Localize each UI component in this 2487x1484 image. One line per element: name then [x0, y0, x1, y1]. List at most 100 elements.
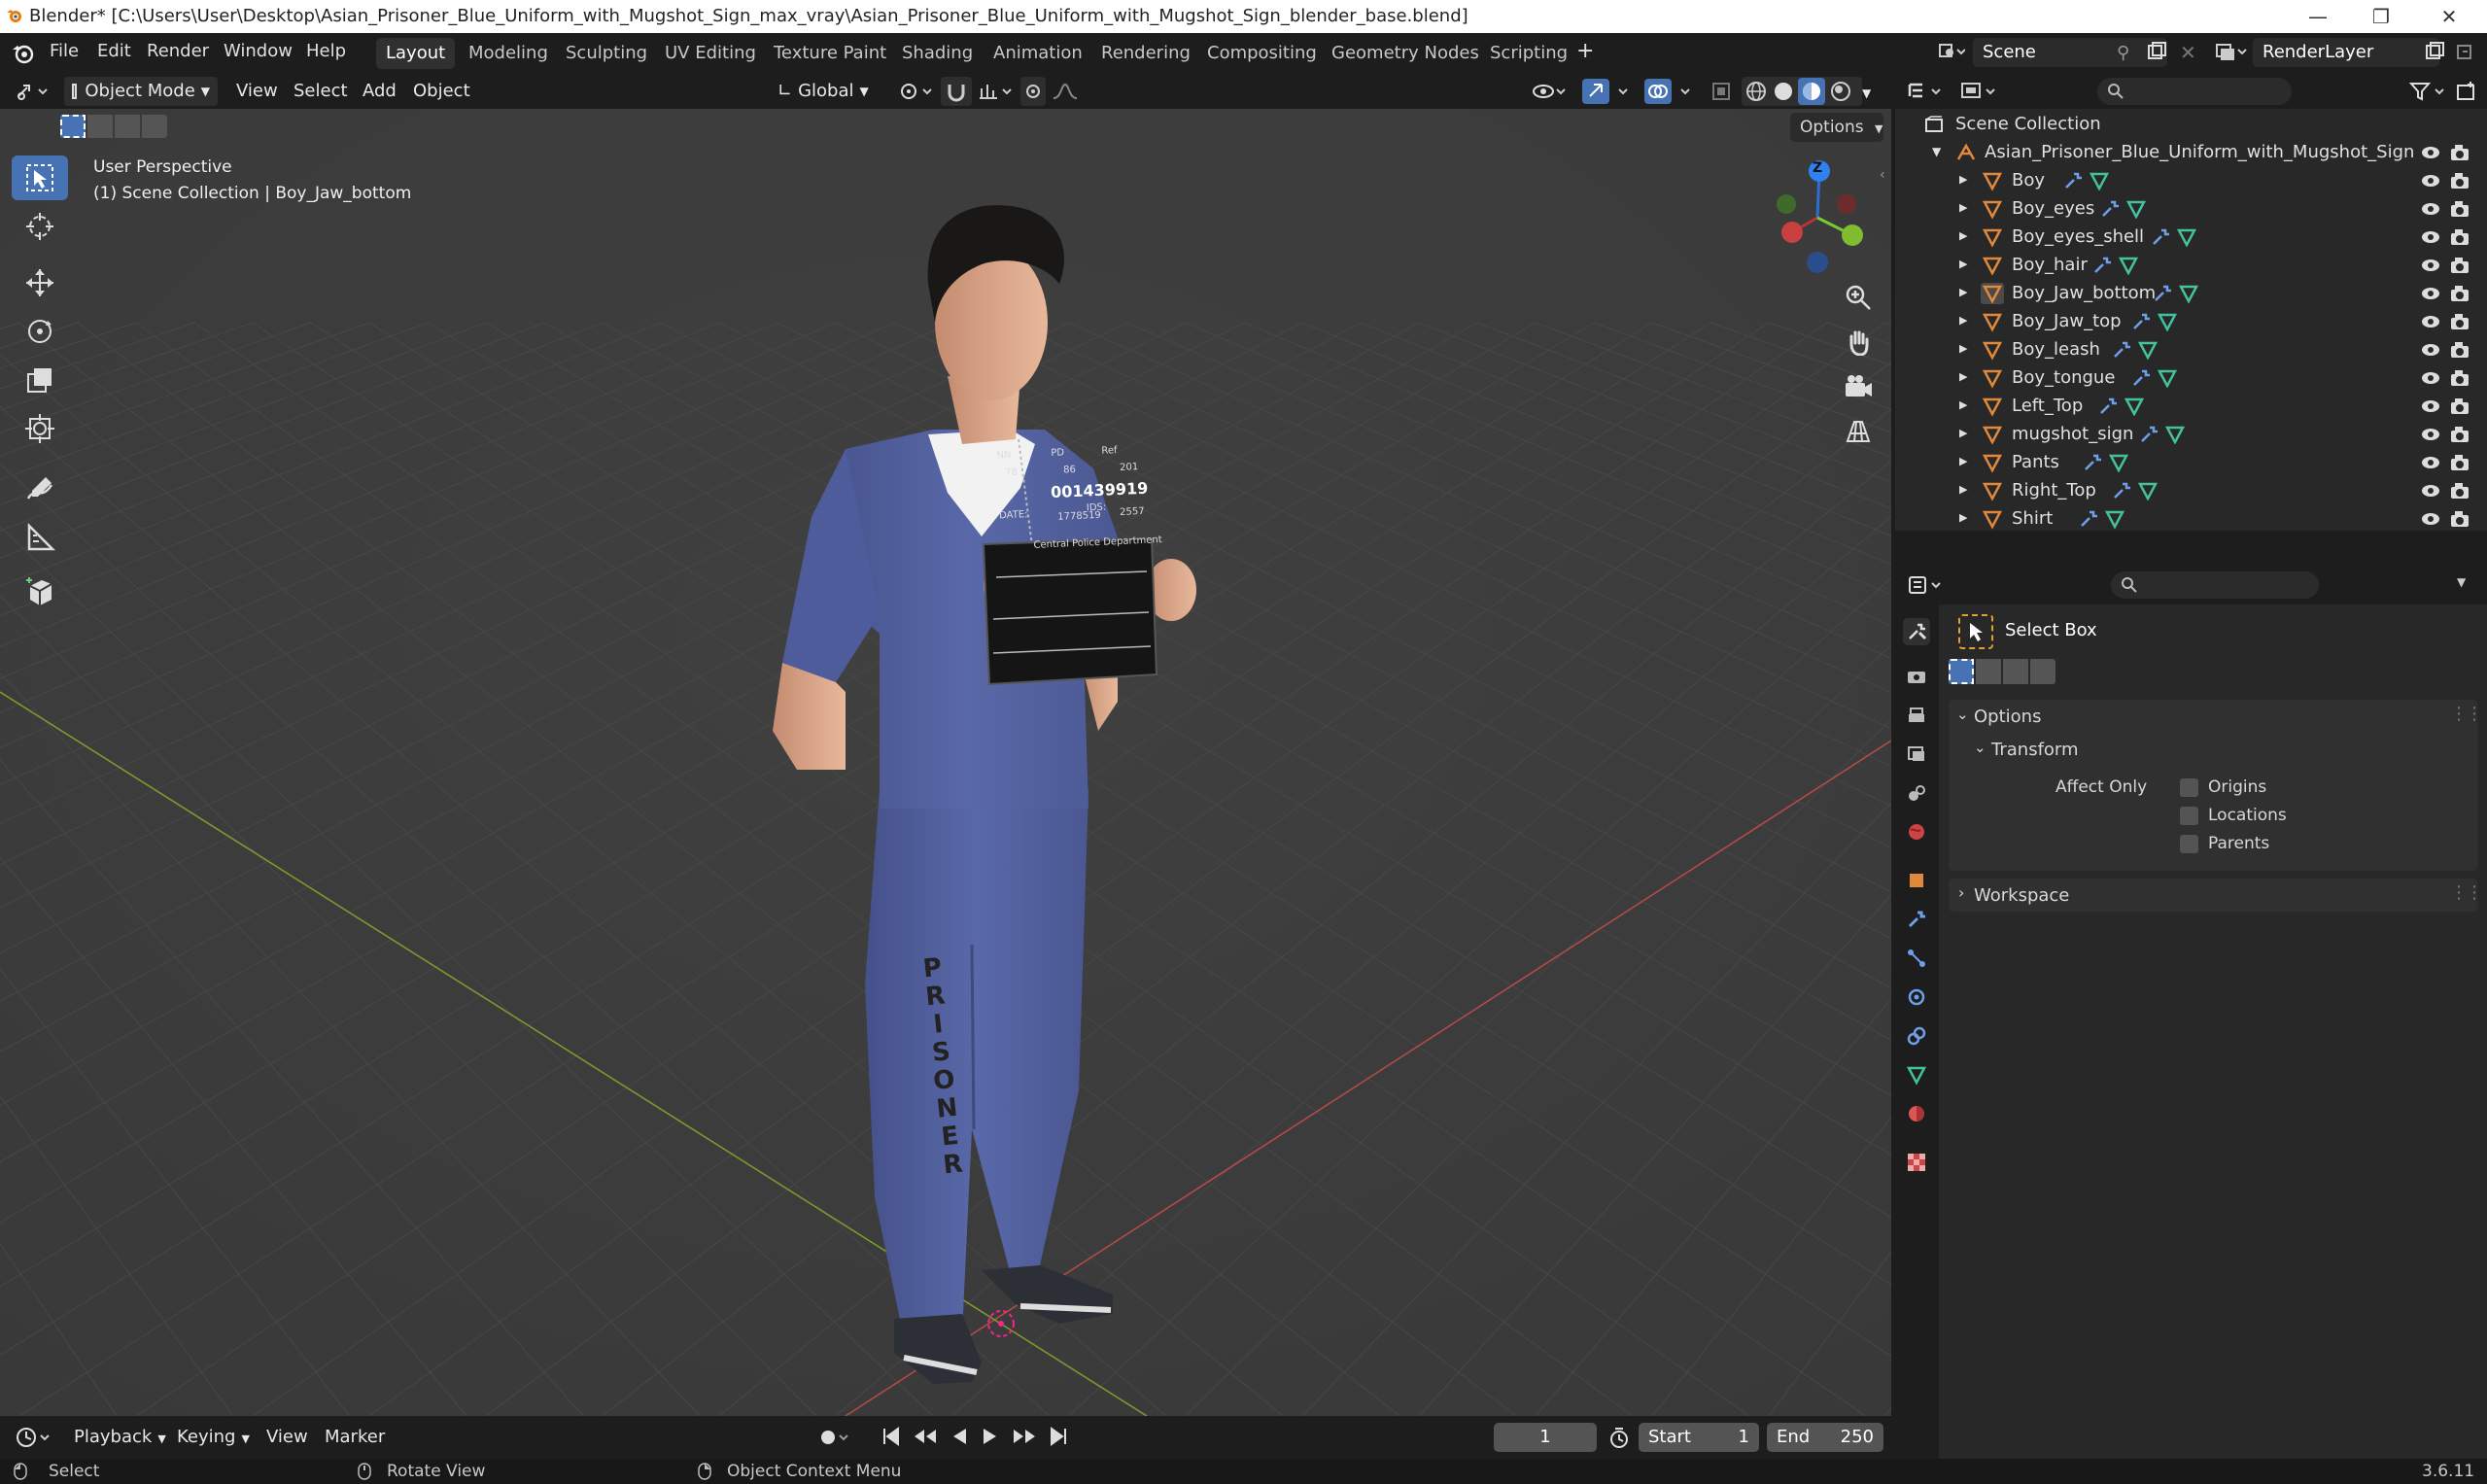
material-shading-icon[interactable]	[1798, 78, 1825, 105]
cursor-tool-icon[interactable]	[12, 204, 68, 249]
mesh-data-icon[interactable]	[2179, 284, 2198, 303]
add-workspace-icon[interactable]: +	[1576, 39, 1594, 63]
mode-new-icon[interactable]	[1949, 659, 1974, 684]
render-camera-icon[interactable]	[2449, 199, 2470, 219]
mode-extend-icon[interactable]	[1976, 659, 2001, 684]
visibility-eye-icon[interactable]	[2420, 427, 2441, 442]
origins-checkbox[interactable]: Origins	[2180, 777, 2266, 797]
outliner-row[interactable]: ▶ Boy_hair	[1895, 252, 2487, 280]
modifier-wrench-icon[interactable]	[2111, 339, 2132, 361]
outliner-row[interactable]: ▶ Boy_eyes	[1895, 195, 2487, 224]
render-camera-icon[interactable]	[2449, 227, 2470, 247]
outliner-row[interactable]: ▶ Shirt	[1895, 505, 2487, 531]
mesh-data-icon[interactable]	[2126, 199, 2146, 219]
locations-checkbox[interactable]: Locations	[2180, 806, 2287, 825]
tab-texture-icon[interactable]	[1903, 1149, 1930, 1176]
expand-arrow-icon[interactable]: ▶	[1959, 173, 1967, 186]
expand-arrow-icon[interactable]: ▶	[1959, 201, 1967, 214]
modifier-wrench-icon[interactable]	[2150, 226, 2171, 248]
tab-material-icon[interactable]	[1903, 1100, 1930, 1127]
menu-edit[interactable]: Edit	[97, 41, 131, 61]
pan-view-icon[interactable]	[1837, 321, 1880, 363]
object-mode-dropdown[interactable]: Object Mode ▼	[64, 77, 218, 106]
menu-select[interactable]: Select	[294, 77, 348, 106]
options-panel-header[interactable]: ⌄ Options ⋮⋮	[1949, 700, 2483, 733]
zoom-view-icon[interactable]	[1837, 276, 1880, 319]
mesh-data-icon[interactable]	[2109, 453, 2128, 472]
visibility-selectability-icon[interactable]	[1530, 77, 1569, 106]
end-frame-field[interactable]: End 250	[1767, 1423, 1883, 1452]
tab-object-icon[interactable]	[1903, 867, 1930, 894]
view-layer-icon[interactable]	[2214, 39, 2247, 64]
tab-scripting[interactable]: Scripting	[1480, 38, 1577, 69]
scene-type-icon[interactable]	[1936, 39, 1965, 64]
scale-tool-icon[interactable]	[12, 358, 68, 402]
x-axis-icon[interactable]	[1781, 222, 1803, 243]
expand-arrow-icon[interactable]: ▶	[1959, 511, 1967, 524]
pivot-point-icon[interactable]	[896, 77, 935, 106]
tab-modifiers-icon[interactable]	[1903, 906, 1930, 933]
tab-particles-icon[interactable]	[1903, 945, 1930, 972]
tab-texture-paint[interactable]: Texture Paint	[764, 38, 896, 69]
tab-data-icon[interactable]	[1903, 1061, 1930, 1088]
menu-playback[interactable]: Playback ▼	[74, 1423, 166, 1452]
outliner-row[interactable]: ▶ mugshot_sign	[1895, 421, 2487, 449]
expand-arrow-icon[interactable]: ▶	[1959, 286, 1967, 298]
visibility-eye-icon[interactable]	[2420, 173, 2441, 189]
modifier-wrench-icon[interactable]	[2130, 311, 2152, 332]
menu-file[interactable]: File	[50, 41, 79, 61]
measure-tool-icon[interactable]	[12, 515, 68, 560]
render-camera-icon[interactable]	[2449, 312, 2470, 331]
checkbox-box[interactable]	[2180, 834, 2198, 853]
render-camera-icon[interactable]	[2449, 453, 2470, 472]
visibility-eye-icon[interactable]	[2420, 258, 2441, 273]
properties-search-input[interactable]	[2111, 571, 2319, 599]
expand-arrow-icon[interactable]: ▶	[1959, 455, 1967, 467]
snap-toggle-icon[interactable]	[941, 77, 972, 106]
mesh-data-icon[interactable]	[2158, 312, 2177, 331]
outliner-row[interactable]: ▶ Boy_tongue	[1895, 364, 2487, 393]
options-dropdown[interactable]: Options ▼	[1790, 113, 1883, 142]
select-new-icon[interactable]	[60, 115, 86, 138]
checkbox-box[interactable]	[2180, 777, 2198, 797]
wireframe-shading-icon[interactable]	[1746, 82, 1766, 101]
menu-keying[interactable]: Keying ▼	[177, 1423, 250, 1452]
display-mode-icon[interactable]	[1959, 80, 1998, 103]
filter-icon[interactable]	[2408, 80, 2447, 103]
transform-subpanel-header[interactable]: ⌄ Transform	[1949, 733, 2477, 766]
menu-render[interactable]: Render	[147, 41, 209, 61]
expand-arrow-icon[interactable]: ▶	[1959, 258, 1967, 270]
render-camera-icon[interactable]	[2449, 481, 2470, 500]
tab-world-icon[interactable]	[1903, 818, 1930, 846]
outliner-row[interactable]: ▶ Pants	[1895, 449, 2487, 477]
tab-render-icon[interactable]	[1903, 663, 1930, 690]
restore-button[interactable]: ❐	[2352, 0, 2410, 33]
select-subtract-icon[interactable]	[115, 115, 140, 138]
checkbox-box[interactable]	[2180, 806, 2198, 825]
y-axis-icon[interactable]	[1842, 224, 1863, 246]
tab-sculpting[interactable]: Sculpting	[556, 38, 657, 69]
outliner-row-scene-collection[interactable]: Scene Collection	[1895, 111, 2487, 139]
pin-scene-icon[interactable]: ⚲	[2117, 43, 2129, 63]
outliner-row[interactable]: ▶ Right_Top	[1895, 477, 2487, 505]
mesh-data-icon[interactable]	[2124, 397, 2144, 416]
start-frame-field[interactable]: Start 1	[1639, 1423, 1759, 1452]
render-camera-icon[interactable]	[2449, 340, 2470, 360]
visibility-eye-icon[interactable]	[2420, 145, 2441, 160]
tab-view-layer-icon[interactable]	[1903, 741, 1930, 768]
expand-arrow-icon[interactable]: ▶	[1959, 370, 1967, 383]
expand-arrow-icon[interactable]: ▶	[1959, 483, 1967, 496]
shading-options-chevron-icon[interactable]: ▼	[1862, 77, 1883, 106]
mesh-data-icon[interactable]	[2138, 340, 2158, 360]
camera-view-icon[interactable]	[1837, 365, 1880, 408]
parents-checkbox[interactable]: Parents	[2180, 834, 2269, 853]
tab-output-icon[interactable]	[1903, 702, 1930, 729]
visibility-eye-icon[interactable]	[2420, 455, 2441, 470]
visibility-eye-icon[interactable]	[2420, 483, 2441, 499]
play-reverse-icon[interactable]	[949, 1426, 970, 1447]
tab-scene-icon[interactable]	[1903, 779, 1930, 807]
delete-scene-icon[interactable]: ✕	[2180, 41, 2196, 64]
timeline-editor-icon[interactable]	[14, 1424, 54, 1451]
modifier-wrench-icon[interactable]	[2130, 367, 2152, 389]
mesh-data-icon[interactable]	[2158, 368, 2177, 388]
